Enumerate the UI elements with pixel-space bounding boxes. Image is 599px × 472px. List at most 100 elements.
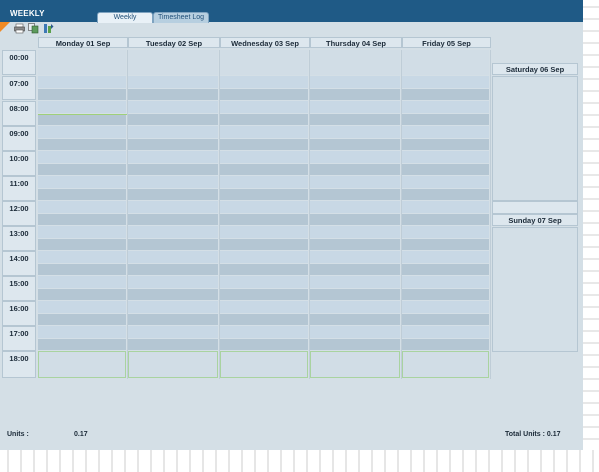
day-column-wednesday[interactable] — [220, 50, 310, 379]
time-slot[interactable] — [220, 114, 308, 125]
time-slot[interactable] — [38, 276, 126, 288]
time-slot[interactable] — [402, 226, 489, 238]
time-slot[interactable] — [220, 189, 308, 200]
time-slot[interactable] — [220, 226, 308, 238]
time-slot[interactable] — [220, 139, 308, 150]
time-slot[interactable] — [310, 126, 400, 138]
time-slot[interactable] — [128, 50, 218, 75]
time-slot[interactable] — [402, 339, 489, 350]
time-slot[interactable] — [220, 251, 308, 263]
time-slot[interactable] — [310, 214, 400, 225]
day-column-friday[interactable] — [402, 50, 491, 379]
time-slot[interactable] — [310, 139, 400, 150]
time-slot[interactable] — [38, 326, 126, 338]
time-slot[interactable] — [38, 351, 126, 378]
time-slot[interactable] — [402, 239, 489, 250]
time-slot[interactable] — [402, 326, 489, 338]
time-slot[interactable] — [220, 201, 308, 213]
time-slot[interactable] — [310, 114, 400, 125]
time-slot[interactable] — [310, 351, 400, 378]
time-slot[interactable] — [402, 189, 489, 200]
time-slot[interactable] — [38, 251, 126, 263]
time-slot[interactable] — [38, 114, 126, 125]
time-slot[interactable] — [402, 50, 489, 75]
time-slot[interactable] — [310, 89, 400, 100]
time-slot[interactable] — [128, 76, 218, 88]
time-slot[interactable] — [220, 164, 308, 175]
time-slot[interactable] — [38, 139, 126, 150]
time-slot[interactable] — [128, 289, 218, 300]
day-panel-sunday[interactable] — [492, 227, 578, 352]
time-slot[interactable] — [220, 339, 308, 350]
time-slot[interactable] — [310, 226, 400, 238]
time-slot[interactable] — [38, 76, 126, 88]
time-slot[interactable] — [38, 226, 126, 238]
time-slot[interactable] — [310, 301, 400, 313]
time-slot[interactable] — [128, 89, 218, 100]
time-slot[interactable] — [402, 301, 489, 313]
time-slot[interactable] — [128, 239, 218, 250]
time-slot[interactable] — [402, 89, 489, 100]
time-slot[interactable] — [220, 126, 308, 138]
time-slot[interactable] — [310, 164, 400, 175]
time-slot[interactable] — [310, 239, 400, 250]
time-slot[interactable] — [38, 214, 126, 225]
time-slot[interactable] — [220, 76, 308, 88]
time-slot[interactable] — [310, 151, 400, 163]
print-icon[interactable] — [14, 23, 25, 34]
time-slot[interactable] — [128, 264, 218, 275]
time-slot[interactable] — [310, 76, 400, 88]
day-column-tuesday[interactable] — [128, 50, 220, 379]
time-slot[interactable] — [128, 351, 218, 378]
time-slot[interactable] — [402, 139, 489, 150]
time-slot[interactable] — [38, 89, 126, 100]
time-slot[interactable] — [310, 326, 400, 338]
time-slot[interactable] — [128, 176, 218, 188]
time-slot[interactable] — [402, 114, 489, 125]
time-slot[interactable] — [38, 339, 126, 350]
time-slot[interactable] — [38, 314, 126, 325]
time-slot[interactable] — [310, 251, 400, 263]
time-slot[interactable] — [402, 164, 489, 175]
time-slot[interactable] — [38, 164, 126, 175]
time-slot[interactable] — [220, 326, 308, 338]
day-panel-saturday[interactable] — [492, 76, 578, 201]
export-icon[interactable] — [43, 23, 54, 34]
time-slot[interactable] — [220, 314, 308, 325]
time-slot[interactable] — [38, 50, 126, 75]
time-slot[interactable] — [38, 201, 126, 213]
time-slot[interactable] — [402, 251, 489, 263]
time-slot[interactable] — [128, 189, 218, 200]
time-slot[interactable] — [402, 214, 489, 225]
time-slot[interactable] — [220, 289, 308, 300]
time-slot[interactable] — [310, 201, 400, 213]
time-slot[interactable] — [220, 151, 308, 163]
time-slot[interactable] — [128, 126, 218, 138]
day-column-thursday[interactable] — [310, 50, 402, 379]
time-slot[interactable] — [38, 239, 126, 250]
time-slot[interactable] — [38, 301, 126, 313]
time-slot[interactable] — [310, 50, 400, 75]
time-slot[interactable] — [128, 276, 218, 288]
time-slot[interactable] — [38, 264, 126, 275]
day-column-monday[interactable] — [38, 50, 128, 379]
time-slot[interactable] — [220, 351, 308, 378]
time-slot[interactable] — [128, 251, 218, 263]
time-slot[interactable] — [310, 276, 400, 288]
time-slot[interactable] — [310, 189, 400, 200]
time-slot[interactable] — [402, 176, 489, 188]
time-slot[interactable] — [220, 264, 308, 275]
time-slot[interactable] — [402, 264, 489, 275]
time-slot[interactable] — [220, 101, 308, 113]
time-slot[interactable] — [402, 151, 489, 163]
time-slot[interactable] — [310, 289, 400, 300]
time-slot[interactable] — [220, 214, 308, 225]
time-slot[interactable] — [128, 139, 218, 150]
time-slot[interactable] — [220, 301, 308, 313]
time-slot[interactable] — [310, 339, 400, 350]
time-slot[interactable] — [402, 126, 489, 138]
time-slot[interactable] — [310, 264, 400, 275]
time-slot[interactable] — [220, 276, 308, 288]
time-slot[interactable] — [128, 114, 218, 125]
copy-icon[interactable] — [28, 23, 39, 34]
